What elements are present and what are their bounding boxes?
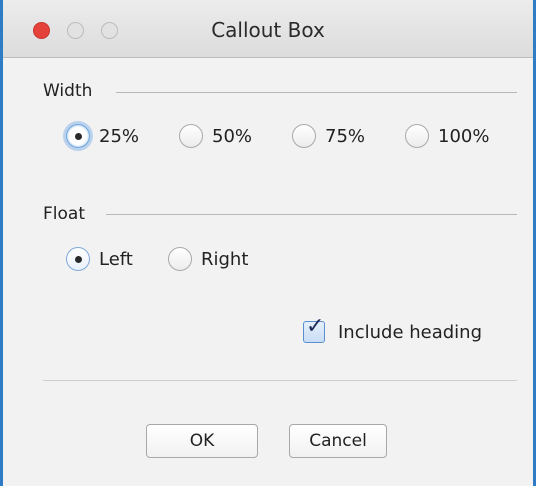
window-title: Callout Box — [211, 18, 325, 42]
width-option-100[interactable]: 100% — [405, 121, 489, 151]
float-section-label: Float — [43, 204, 85, 224]
float-option-left-label: Left — [99, 248, 133, 270]
radio-button-100[interactable] — [405, 124, 429, 148]
radio-button-left[interactable] — [66, 247, 90, 271]
ok-button[interactable]: OK — [146, 424, 258, 458]
button-separator — [43, 380, 517, 381]
float-option-left[interactable]: Left — [66, 244, 133, 274]
width-section-divider — [116, 92, 517, 93]
checkmark-icon: ✓ — [306, 314, 325, 339]
radio-button-75[interactable] — [292, 124, 316, 148]
radio-button-25[interactable] — [66, 124, 90, 148]
width-option-75[interactable]: 75% — [292, 121, 365, 151]
float-option-right[interactable]: Right — [168, 244, 248, 274]
include-heading-label[interactable]: Include heading — [338, 322, 482, 343]
width-option-75-label: 75% — [325, 125, 366, 147]
cancel-button[interactable]: Cancel — [289, 424, 387, 458]
float-section-divider — [106, 214, 517, 215]
radio-button-50[interactable] — [179, 124, 203, 148]
dialog-content: Width 25% 50% 75% 100% Float Left Right … — [3, 58, 533, 486]
width-option-50[interactable]: 50% — [179, 121, 252, 151]
title-bar[interactable]: Callout Box — [3, 0, 533, 58]
radio-button-right[interactable] — [168, 247, 192, 271]
include-heading-checkbox[interactable]: ✓ — [303, 316, 325, 343]
float-option-right-label: Right — [201, 248, 249, 270]
width-option-50-label: 50% — [212, 125, 253, 147]
width-option-25-label: 25% — [99, 125, 140, 147]
width-section-label: Width — [43, 81, 93, 101]
width-option-25[interactable]: 25% — [66, 121, 139, 151]
width-option-100-label: 100% — [438, 125, 490, 147]
